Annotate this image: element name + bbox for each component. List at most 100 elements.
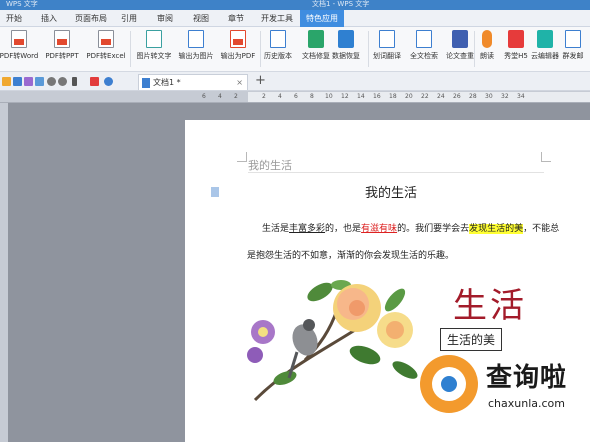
text-run: 生活是: [262, 224, 290, 234]
ruler-number: 8: [310, 93, 314, 100]
peony-bird-image[interactable]: [245, 260, 427, 402]
open-folder-icon[interactable]: [2, 77, 11, 86]
chevron-down-icon[interactable]: [72, 77, 77, 86]
watermark-logo-dot: [441, 376, 457, 392]
ruler-number: 6: [294, 93, 298, 100]
document-icon: [142, 78, 150, 88]
ruler-active-area: [248, 92, 590, 102]
pdf-to-excel-icon: [98, 30, 114, 48]
xiutang-icon: [508, 30, 524, 48]
ruler-number: 10: [325, 93, 333, 100]
window-title: 文档1 - WPS 文字: [312, 0, 370, 8]
purple-flower-shape: [247, 320, 275, 363]
text-run: ，不能总: [523, 224, 560, 234]
ruler-number: 22: [421, 93, 429, 100]
ruler-number: 12: [341, 93, 349, 100]
export-image-icon: [188, 30, 204, 48]
image-to-text-icon: [146, 30, 162, 48]
ruler-number: 14: [357, 93, 365, 100]
translate-icon: [379, 30, 395, 48]
tab-developer[interactable]: 开发工具: [255, 10, 299, 27]
history-icon: [270, 30, 286, 48]
text-run: 的，也是: [325, 224, 362, 234]
new-tab-button[interactable]: +: [255, 72, 266, 90]
ruler-number: 34: [517, 93, 525, 100]
page-header-text[interactable]: 我的生活: [248, 157, 292, 173]
horizontal-ruler: 6 4 2 2 4 6 8 10 12 14 16 18 20 22 24 26…: [0, 91, 590, 103]
data-recovery-icon: [338, 30, 354, 48]
pdf-to-excel-button[interactable]: PDF转Excel: [84, 30, 128, 70]
pdf-to-word-icon: [11, 30, 27, 48]
undo-icon[interactable]: [47, 77, 56, 86]
ruler-number: 20: [405, 93, 413, 100]
tab-references[interactable]: 引用: [114, 10, 144, 27]
image-to-text-label: 图片转文字: [136, 52, 172, 60]
wps-logo-icon[interactable]: [90, 77, 99, 86]
decorative-title-text[interactable]: 生活: [453, 278, 527, 327]
pdf-to-ppt-button[interactable]: PDF转PPT: [40, 30, 84, 70]
ribbon-toolbar: PDF转Word PDF转PPT PDF转Excel 图片转文字 输出为图片 输…: [0, 27, 590, 72]
mass-mail-label: 群发邮: [562, 52, 584, 60]
read-aloud-icon: [482, 30, 492, 48]
search-icon: [416, 30, 432, 48]
ruler-number: 6: [202, 93, 206, 100]
export-image-button[interactable]: 输出为图片: [174, 30, 218, 70]
data-recovery-button[interactable]: 数据恢复: [324, 30, 368, 70]
watermark-name: 查询啦: [486, 363, 568, 393]
document-title[interactable]: 我的生活: [365, 182, 417, 201]
export-pdf-label: 输出为PDF: [220, 52, 256, 60]
ruler-number: 30: [485, 93, 493, 100]
ruler-number: 2: [234, 93, 238, 100]
text-box[interactable]: 生活的美: [440, 328, 503, 351]
close-icon[interactable]: ×: [236, 75, 243, 90]
mass-mail-button[interactable]: 群发邮: [556, 30, 590, 70]
cube-icon[interactable]: [104, 77, 113, 86]
ruler-number: 32: [501, 93, 509, 100]
save-icon[interactable]: [13, 77, 22, 86]
export-pdf-icon: [230, 30, 246, 48]
tab-view[interactable]: 视图: [186, 10, 216, 27]
tab-review[interactable]: 审阅: [150, 10, 180, 27]
tab-chapter[interactable]: 章节: [221, 10, 251, 27]
export-pdf-button[interactable]: 输出为PDF: [216, 30, 260, 70]
data-recovery-label: 数据恢复: [332, 52, 360, 60]
paragraph-marker-icon[interactable]: [211, 187, 219, 197]
document-tab[interactable]: 文档1 * ×: [138, 74, 248, 90]
mass-mail-icon: [565, 30, 581, 48]
tab-insert[interactable]: 插入: [32, 10, 66, 27]
ruler-number: 24: [437, 93, 445, 100]
app-name: WPS 文字: [6, 0, 38, 8]
pdf-to-excel-label: PDF转Excel: [86, 52, 126, 60]
repair-icon: [308, 30, 324, 48]
pdf-to-word-button[interactable]: PDF转Word: [0, 30, 41, 70]
image-to-text-button[interactable]: 图片转文字: [132, 30, 176, 70]
ribbon-separator: [130, 31, 131, 67]
ruler-number: 16: [373, 93, 381, 100]
print-icon[interactable]: [24, 77, 33, 86]
margin-corner-marker: [541, 152, 551, 162]
document-tab-label: 文档1 *: [153, 78, 181, 87]
export-image-label: 输出为图片: [178, 52, 214, 60]
tab-special-apps[interactable]: 特色应用: [300, 10, 344, 27]
quick-access-toolbar: [0, 72, 590, 91]
tab-page-layout[interactable]: 页面布局: [68, 10, 114, 27]
ruler-number: 28: [469, 93, 477, 100]
tab-home[interactable]: 开始: [0, 10, 28, 27]
pdf-to-ppt-label: PDF转PPT: [45, 52, 79, 60]
red-underlined-text: 有滋有味: [361, 224, 398, 234]
highlighted-text: 发现生活的美: [469, 224, 524, 234]
vertical-ruler: [0, 103, 8, 442]
ruler-number: 18: [389, 93, 397, 100]
underlined-text: 丰富多彩: [289, 224, 326, 234]
redo-icon[interactable]: [58, 77, 67, 86]
watermark-url: chaxunla.com: [488, 397, 565, 410]
title-bar: WPS 文字 文档1 - WPS 文字: [0, 0, 590, 10]
print-preview-icon[interactable]: [35, 77, 44, 86]
cloud-editor-icon: [537, 30, 553, 48]
ruler-number: 4: [218, 93, 222, 100]
paragraph-line-1[interactable]: 生活是丰富多彩的，也是有滋有味的。我们要学会去发现生活的美，不能总: [262, 224, 559, 235]
pdf-to-ppt-icon: [54, 30, 70, 48]
ribbon-tab-bar: 开始 插入 页面布局 引用 审阅 视图 章节 开发工具 特色应用: [0, 10, 590, 27]
text-run: 的。我们要学会去: [397, 224, 470, 234]
pdf-to-word-label: PDF转Word: [0, 52, 39, 60]
